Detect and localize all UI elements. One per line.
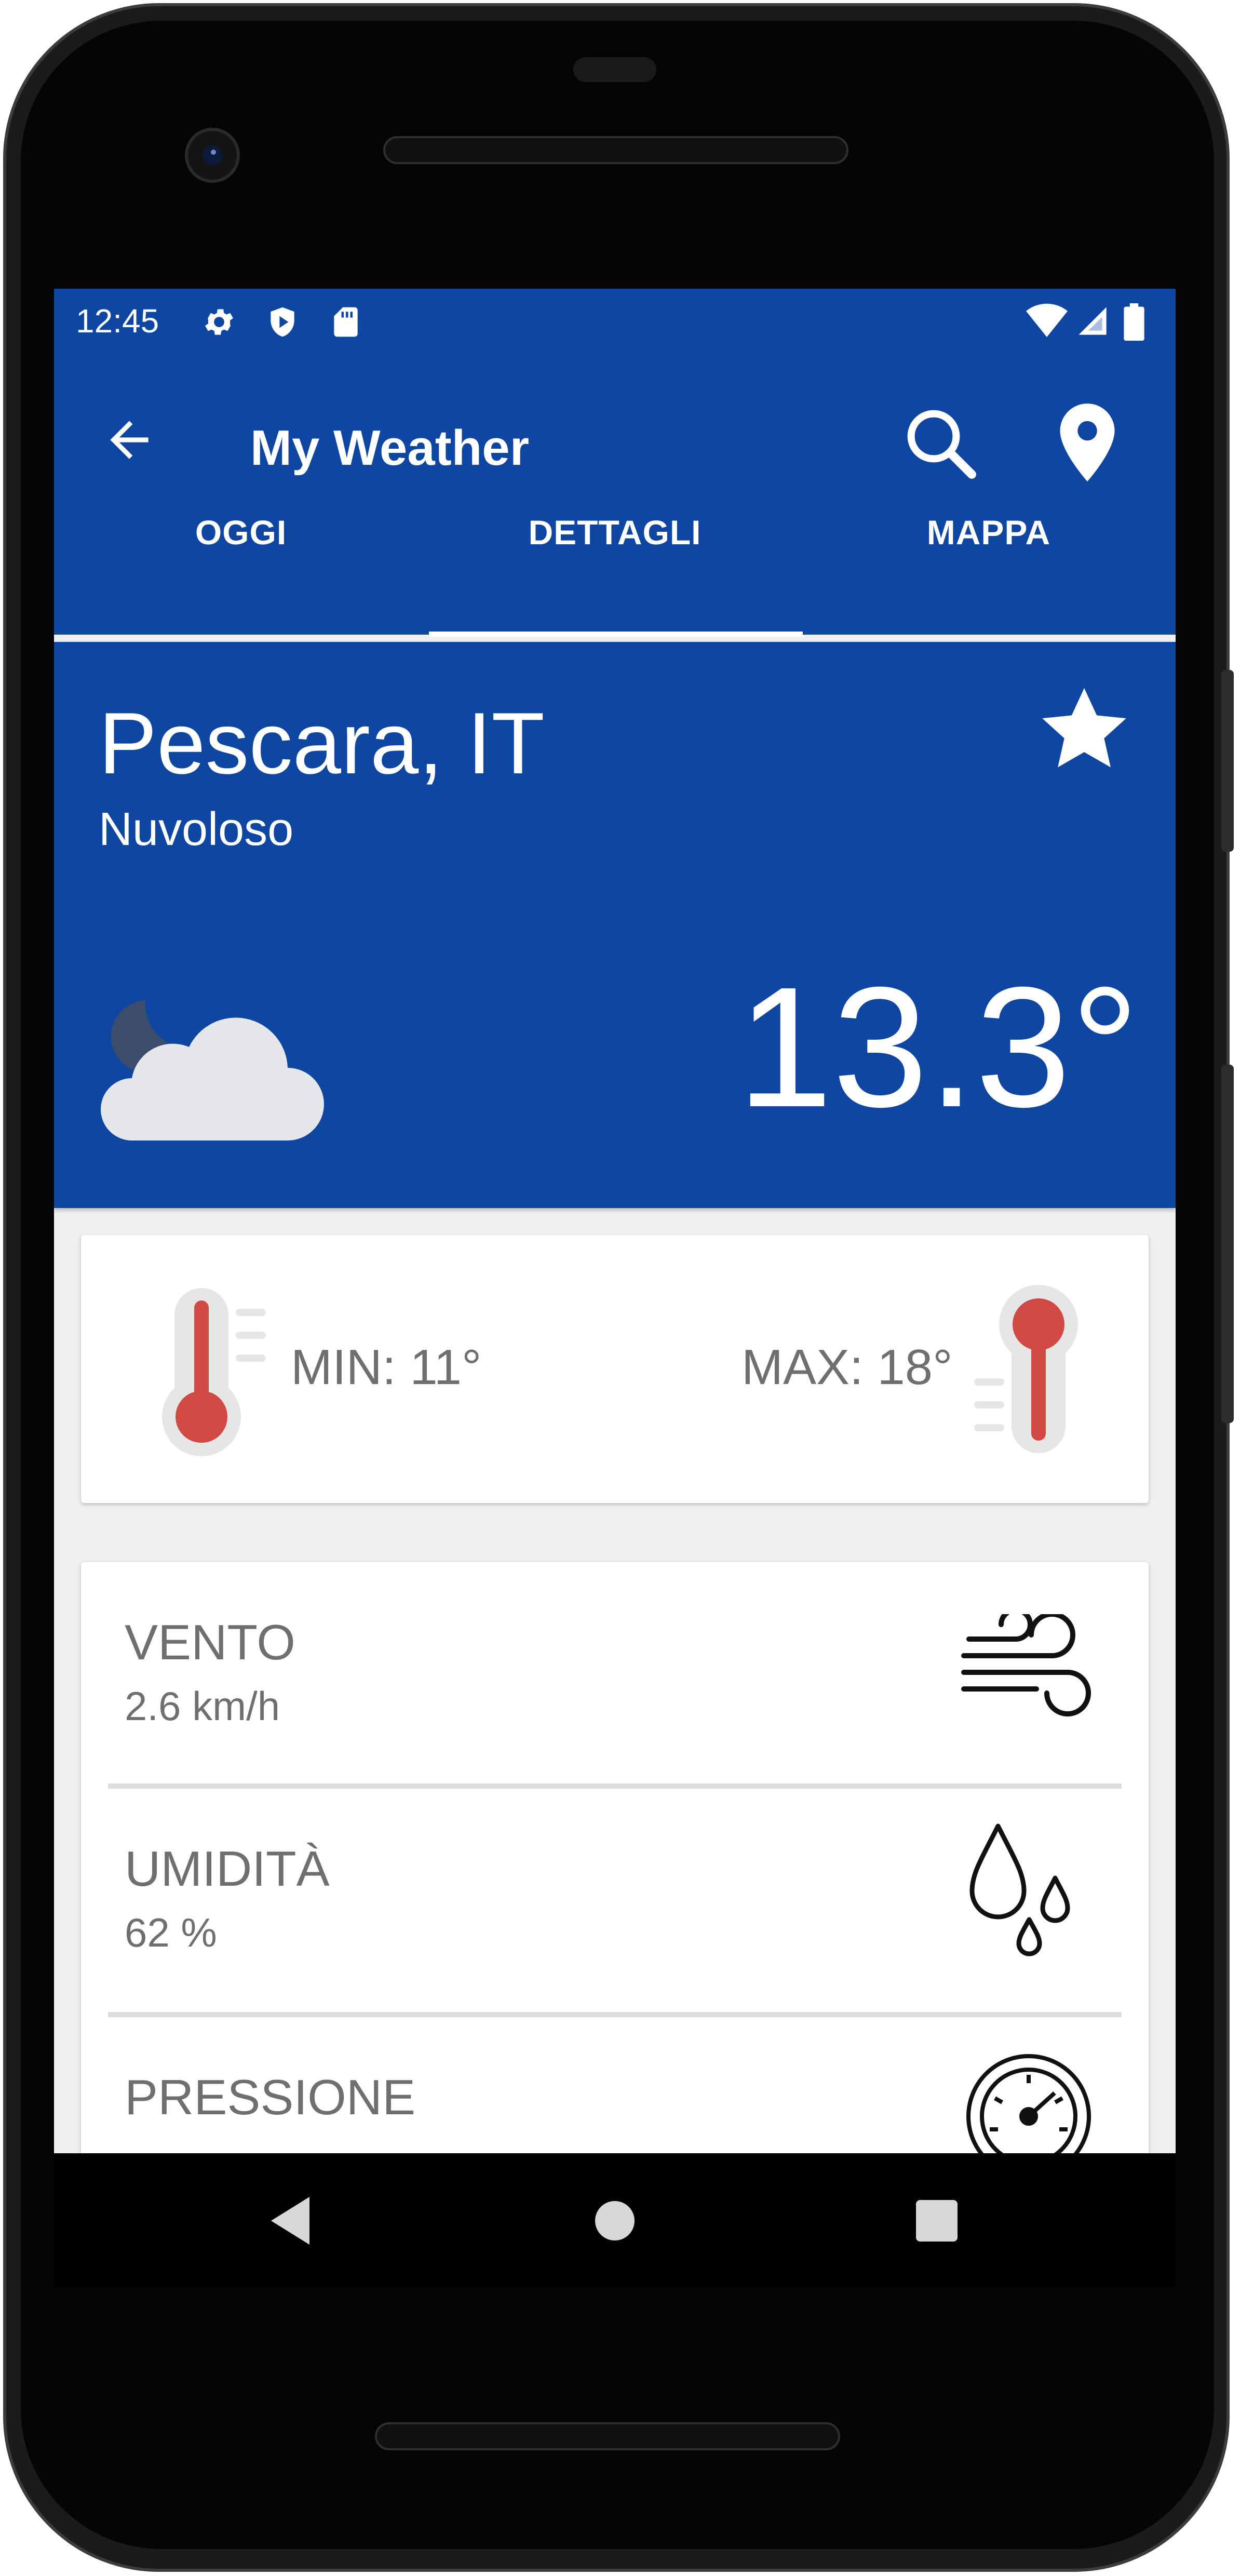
detail-label: UMIDITÀ	[125, 1841, 330, 1897]
location-pin-icon[interactable]	[1041, 396, 1134, 492]
list-item-pressure: PRESSIONE	[81, 2017, 1149, 2153]
wifi-icon	[1026, 303, 1068, 342]
back-arrow-icon[interactable]	[101, 411, 158, 471]
recents-nav-icon[interactable]	[916, 2200, 958, 2244]
home-nav-icon[interactable]	[594, 2200, 636, 2244]
tab-dettagli[interactable]: DETTAGLI	[428, 499, 802, 568]
power-button	[1221, 670, 1234, 852]
battery-icon	[1124, 303, 1144, 343]
current-weather-header: Pescara, IT Nuvoloso 13.3°	[54, 642, 1176, 1208]
thermometer-high-icon	[969, 1285, 1094, 1459]
divider	[108, 2012, 1122, 2017]
detail-value: 2.6 km/h	[125, 1683, 280, 1729]
app-screen: 12:45 My Weather OGGI DETTAGLI MAPPA Pes…	[54, 289, 1176, 2153]
back-nav-icon[interactable]	[268, 2195, 315, 2249]
detail-value: 62 %	[125, 1910, 217, 1955]
min-max-card: MIN: 11° MAX: 18°	[81, 1235, 1149, 1503]
volume-button	[1221, 1065, 1234, 1423]
phone-device: 12:45 My Weather OGGI DETTAGLI MAPPA Pes…	[0, 0, 1240, 2576]
details-card: VENTO 2.6 km/h UMIDITÀ 62 % PRESSIONE	[81, 1562, 1149, 2153]
thermometer-low-icon	[146, 1285, 271, 1459]
status-time: 12:45	[76, 302, 159, 340]
gauge-icon	[964, 2051, 1094, 2153]
bottom-speaker	[375, 2422, 840, 2450]
list-item-humidity: UMIDITÀ 62 %	[81, 1789, 1149, 2012]
divider	[108, 1783, 1122, 1789]
app-title: My Weather	[250, 420, 530, 476]
tab-mappa[interactable]: MAPPA	[802, 499, 1176, 568]
humidity-icon	[962, 1821, 1086, 1964]
list-item-wind: VENTO 2.6 km/h	[81, 1562, 1149, 1786]
earpiece-speaker	[383, 136, 848, 164]
detail-label: VENTO	[125, 1615, 295, 1670]
city-name: Pescara, IT	[99, 694, 545, 792]
navigation-bar	[54, 2153, 1176, 2288]
favorite-star-icon[interactable]	[1032, 677, 1136, 784]
shield-icon	[265, 304, 300, 342]
tab-oggi[interactable]: OGGI	[54, 499, 428, 568]
top-sensor	[573, 57, 656, 82]
wind-icon	[959, 1607, 1099, 1731]
max-temperature: MAX: 18°	[742, 1339, 953, 1395]
sd-card-icon	[328, 304, 363, 342]
tab-indicator	[429, 632, 803, 637]
current-temperature: 13.3°	[737, 951, 1139, 1143]
cellular-signal-icon	[1076, 304, 1109, 340]
tab-bar: OGGI DETTAGLI MAPPA	[54, 499, 1176, 568]
status-bar: 12:45	[54, 289, 1176, 353]
search-icon[interactable]	[897, 400, 985, 490]
weather-condition: Nuvoloso	[99, 803, 294, 855]
app-bar: My Weather OGGI DETTAGLI MAPPA	[54, 353, 1176, 635]
min-temperature: MIN: 11°	[291, 1339, 482, 1395]
settings-icon	[201, 304, 237, 342]
front-camera	[185, 128, 240, 183]
cloudy-night-icon	[96, 985, 324, 1143]
detail-label: PRESSIONE	[125, 2070, 416, 2125]
